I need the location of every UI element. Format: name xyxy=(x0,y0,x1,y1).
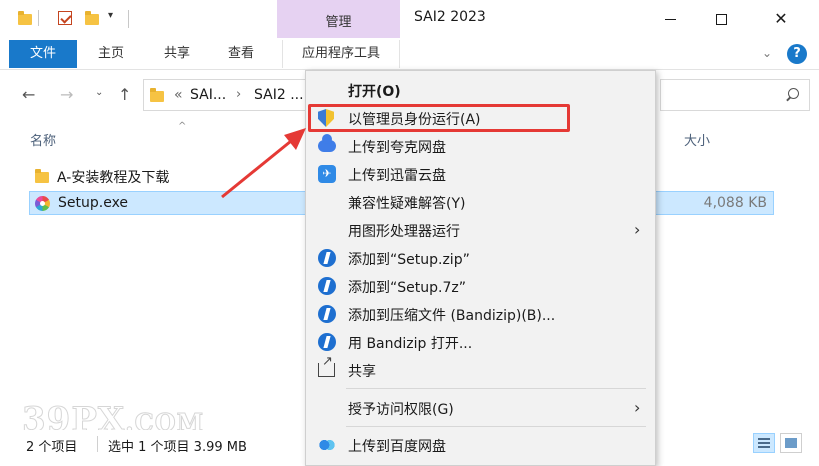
address-folder-icon xyxy=(150,88,164,102)
share-icon xyxy=(318,354,336,379)
baidu-cloud-icon xyxy=(318,436,336,454)
quark-cloud-icon xyxy=(318,134,336,155)
menu-item-label: 用图形处理器运行 xyxy=(348,224,460,240)
selection-info: 选中 1 个项目 3.99 MB xyxy=(108,440,247,455)
search-icon[interactable] xyxy=(786,88,799,101)
menu-item-label: 上传到迅雷云盘 xyxy=(348,168,446,184)
menu-item-add-zip[interactable]: 添加到“Setup.zip” xyxy=(306,244,655,272)
quick-access-dropdown-icon[interactable]: ▾ xyxy=(108,10,113,21)
properties-check-icon[interactable] xyxy=(58,11,72,25)
menu-item-run-with-gpu[interactable]: 用图形处理器运行 › xyxy=(306,216,655,244)
menu-item-label: 添加到“Setup.7z” xyxy=(348,280,466,296)
menu-item-label: 授予访问权限(G) xyxy=(348,402,454,418)
menu-item-share[interactable]: 共享 xyxy=(306,354,655,384)
forward-arrow-icon[interactable]: → xyxy=(60,85,73,104)
file-name: A-安装教程及下载 xyxy=(57,170,170,186)
title-separator xyxy=(128,10,129,28)
item-count: 2 个项目 xyxy=(26,440,78,455)
maximize-button[interactable] xyxy=(692,0,750,38)
menu-item-label: 上传到百度网盘 xyxy=(348,439,446,455)
bandizip-icon xyxy=(318,277,336,295)
submenu-arrow-icon: › xyxy=(634,398,641,417)
details-view-button[interactable] xyxy=(753,433,775,453)
menu-item-upload-baidu[interactable]: 上传到百度网盘 xyxy=(306,431,655,459)
sort-ascending-icon: ^ xyxy=(178,121,187,132)
up-arrow-icon[interactable]: ↑ xyxy=(118,85,131,104)
column-header-size[interactable]: 大小 xyxy=(684,130,710,149)
menu-item-label: 打开(O) xyxy=(348,84,401,100)
window-title: SAI2 2023 xyxy=(414,9,486,25)
tab-share[interactable]: 共享 xyxy=(150,40,204,68)
setup-exe-icon xyxy=(35,196,50,211)
title-bar: ▾ 管理 SAI2 2023 ✕ xyxy=(0,0,819,38)
expand-ribbon-icon[interactable]: ⌄ xyxy=(762,46,772,60)
folder-icon[interactable] xyxy=(18,11,32,25)
menu-separator xyxy=(346,388,646,389)
menu-separator xyxy=(346,426,646,427)
tab-home[interactable]: 主页 xyxy=(84,40,138,68)
address-overflow[interactable]: « xyxy=(174,87,183,103)
menu-item-upload-thunder[interactable]: ✈ 上传到迅雷云盘 xyxy=(306,160,655,188)
folder-icon xyxy=(35,169,49,183)
menu-item-add-7z[interactable]: 添加到“Setup.7z” xyxy=(306,272,655,300)
address-segment[interactable]: SAI... xyxy=(190,87,226,103)
menu-item-add-archive[interactable]: 添加到压缩文件 (Bandizip)(B)... xyxy=(306,300,655,328)
thunder-cloud-icon: ✈ xyxy=(318,165,336,183)
manage-context-tab[interactable]: 管理 xyxy=(277,0,400,38)
menu-item-label: 兼容性疑难解答(Y) xyxy=(348,196,466,212)
address-chevron-icon[interactable]: › xyxy=(236,87,241,102)
back-arrow-icon[interactable]: ← xyxy=(22,85,35,104)
search-input[interactable] xyxy=(660,79,810,111)
minimize-button[interactable] xyxy=(641,0,699,38)
file-size: 4,088 KB xyxy=(703,195,767,211)
menu-item-label: 上传到夸克网盘 xyxy=(348,140,446,156)
menu-item-label: 添加到“Setup.zip” xyxy=(348,252,470,268)
menu-item-label: 用 Bandizip 打开... xyxy=(348,336,473,352)
help-button[interactable]: ? xyxy=(787,44,807,64)
context-menu: 打开(O) 以管理员身份运行(A) 上传到夸克网盘 ✈ 上传到迅雷云盘 兼容性疑… xyxy=(305,70,656,466)
file-name: Setup.exe xyxy=(58,195,129,211)
new-folder-icon[interactable] xyxy=(85,11,99,25)
menu-item-grant-access[interactable]: 授予访问权限(G) › xyxy=(306,394,655,422)
highlight-box xyxy=(308,104,570,132)
menu-item-upload-quark[interactable]: 上传到夸克网盘 xyxy=(306,132,655,160)
bandizip-icon xyxy=(318,333,336,351)
menu-item-open[interactable]: 打开(O) xyxy=(306,76,655,104)
address-segment[interactable]: SAI2 ... xyxy=(254,87,304,103)
tab-application-tools[interactable]: 应用程序工具 xyxy=(282,40,400,68)
menu-item-compatibility[interactable]: 兼容性疑难解答(Y) xyxy=(306,188,655,216)
status-separator xyxy=(97,436,98,452)
ribbon-tabs: 文件 主页 共享 查看 应用程序工具 ⌄ ? xyxy=(0,38,819,70)
tab-file[interactable]: 文件 xyxy=(9,40,77,68)
menu-item-label: 添加到压缩文件 (Bandizip)(B)... xyxy=(348,308,556,324)
bandizip-icon xyxy=(318,305,336,323)
menu-item-label: 共享 xyxy=(348,364,376,380)
tab-view[interactable]: 查看 xyxy=(214,40,268,68)
bandizip-icon xyxy=(318,249,336,267)
submenu-arrow-icon: › xyxy=(634,220,641,239)
quick-access-separator xyxy=(38,10,39,26)
close-button[interactable]: ✕ xyxy=(752,0,810,38)
recent-locations-chevron-icon[interactable]: ⌄ xyxy=(95,87,103,98)
column-header-name[interactable]: 名称 xyxy=(30,130,56,149)
menu-item-open-bandizip[interactable]: 用 Bandizip 打开... xyxy=(306,328,655,356)
large-icons-view-button[interactable] xyxy=(780,433,802,453)
